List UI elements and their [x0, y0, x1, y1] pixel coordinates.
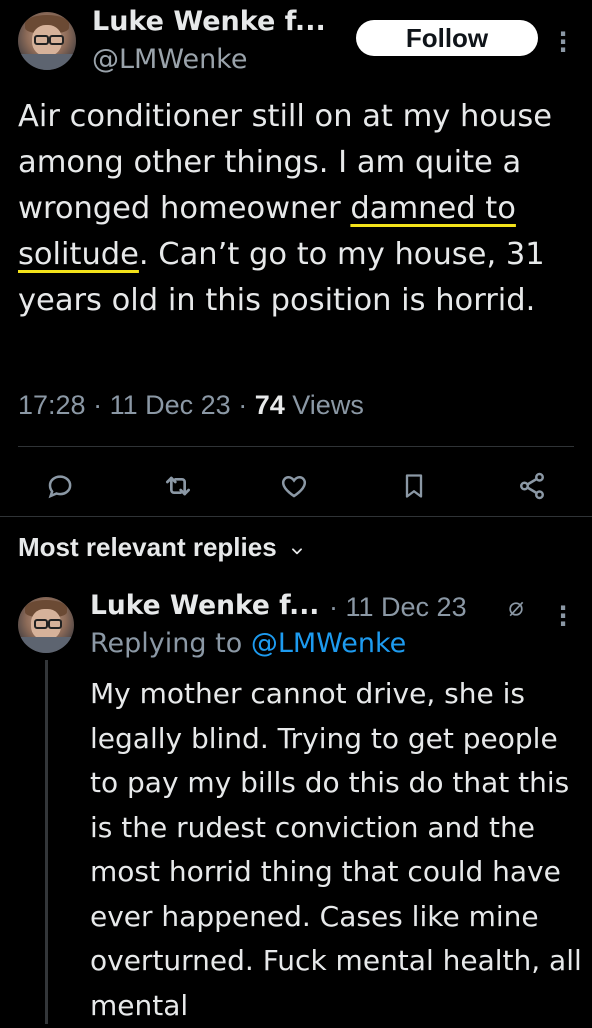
- views-label: Views: [292, 390, 364, 420]
- grok-icon[interactable]: [506, 598, 526, 624]
- like-icon[interactable]: [274, 466, 314, 506]
- tweet-date[interactable]: 11 Dec 23: [110, 390, 231, 420]
- avatar-shirt: [18, 53, 76, 70]
- follow-button[interactable]: Follow: [356, 20, 538, 56]
- reply-author-name[interactable]: Luke Wenke f...: [90, 590, 319, 621]
- reply-meta: · 11 Dec 23: [329, 592, 467, 623]
- action-bar: [0, 460, 592, 510]
- avatar-glasses-right: [48, 619, 63, 629]
- replying-to: Replying to @LMWenke: [90, 628, 406, 659]
- tweet-meta: 17:28 · 11 Dec 23 · 74 Views: [18, 390, 364, 421]
- reply-text: My mother cannot drive, she is legally b…: [90, 677, 582, 1022]
- reply-date[interactable]: 11 Dec 23: [346, 592, 467, 622]
- tweet-text: Air conditioner still on at my house amo…: [18, 94, 578, 324]
- chevron-down-icon: [290, 534, 304, 565]
- avatar-shirt: [18, 637, 74, 653]
- reply-author-avatar[interactable]: [18, 597, 74, 653]
- replying-to-label: Replying to: [90, 628, 243, 659]
- replies-sort-dropdown[interactable]: Most relevant replies: [18, 532, 304, 565]
- share-icon[interactable]: [512, 466, 552, 506]
- author-avatar[interactable]: [18, 12, 76, 70]
- divider-top: [18, 446, 574, 447]
- author-name[interactable]: Luke Wenke f...: [92, 6, 326, 37]
- meta-separator: ·: [93, 390, 103, 420]
- avatar-glasses-left: [33, 619, 48, 629]
- more-options-icon[interactable]: · · ·: [558, 22, 568, 62]
- tweet-time[interactable]: 17:28: [18, 390, 86, 420]
- views-count: 74: [254, 390, 285, 420]
- reply-icon[interactable]: [40, 466, 80, 506]
- divider-bottom: [0, 516, 592, 517]
- replies-section-title: Most relevant replies: [18, 532, 277, 562]
- avatar-glasses-right: [49, 35, 64, 45]
- meta-separator: ·: [238, 390, 248, 420]
- author-handle[interactable]: @LMWenke: [92, 44, 247, 75]
- reply-meta-separator: ·: [329, 592, 338, 622]
- replying-to-handle[interactable]: @LMWenke: [251, 628, 406, 659]
- bookmark-icon[interactable]: [394, 466, 434, 506]
- avatar-glasses-left: [34, 35, 49, 45]
- thread-line: [45, 660, 48, 1024]
- reply-more-options-icon[interactable]: · · ·: [558, 596, 568, 636]
- retweet-icon[interactable]: [158, 466, 198, 506]
